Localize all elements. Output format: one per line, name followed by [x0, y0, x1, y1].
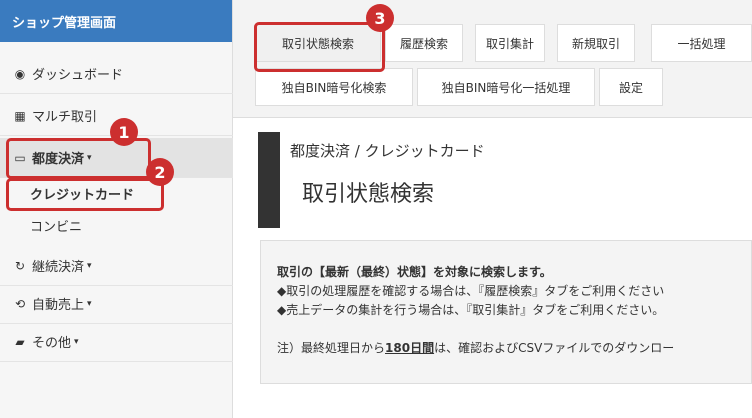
folder-icon: ▰: [15, 334, 25, 349]
breadcrumb: 都度決済 / クレジットカード: [290, 142, 485, 160]
tab-new-transaction[interactable]: 新規取引: [557, 24, 635, 62]
grid-icon: ▦: [14, 108, 26, 123]
sidebar-item-label: 自動売上: [32, 298, 85, 313]
sidebar-item-auto-sales[interactable]: ⟲ 自動売上 ▾: [0, 284, 233, 324]
tab-bin-bulk[interactable]: 独自BIN暗号化一括処理: [417, 68, 595, 106]
tab-bulk[interactable]: 一括処理: [651, 24, 752, 62]
note-prefix: 注）最終処理日から: [277, 341, 386, 355]
chevron-down-icon: ▾: [87, 260, 92, 271]
highlight-box-2: [6, 178, 164, 211]
cycle-icon: ⟲: [14, 296, 26, 311]
sidebar-item-label: ダッシュボード: [32, 68, 124, 83]
chevron-down-icon: ▾: [74, 336, 79, 347]
tab-settings[interactable]: 設定: [599, 68, 663, 106]
info-panel: 取引の【最新（最終）状態】を対象に検索します。 ◆取引の処理履歴を確認する場合は…: [260, 240, 752, 384]
info-line: ◆売上データの集計を行う場合は、『取引集計』タブをご利用ください。: [277, 303, 665, 317]
note-suffix: は、確認およびCSVファイルでのダウンロー: [434, 341, 675, 355]
sidebar-header: ショップ管理画面: [0, 0, 232, 42]
sidebar-item-label: マルチ取引: [32, 110, 98, 125]
highlight-box-3: [254, 22, 385, 72]
refresh-icon: ↻: [14, 258, 26, 273]
chevron-down-icon: ▾: [87, 298, 92, 309]
page-header: 都度決済 / クレジットカード 取引状態検索: [258, 132, 752, 228]
sidebar-item-dashboard[interactable]: ◉ ダッシュボード: [0, 54, 233, 94]
annotation-badge-2: 2: [146, 158, 174, 186]
tab-summary[interactable]: 取引集計: [475, 24, 545, 62]
annotation-badge-1: 1: [110, 118, 138, 146]
info-line: ◆取引の処理履歴を確認する場合は、『履歴検索』タブをご利用ください: [277, 284, 665, 298]
note-emphasis: 180日間: [385, 341, 435, 355]
sidebar-subitem-convenience[interactable]: コンビニ: [30, 216, 82, 235]
tab-bin-search[interactable]: 独自BIN暗号化検索: [255, 68, 413, 106]
annotation-badge-3: 3: [366, 4, 394, 32]
info-line: 取引の【最新（最終）状態】を対象に検索します。: [277, 265, 552, 279]
page-title: 取引状態検索: [302, 182, 435, 207]
dashboard-icon: ◉: [14, 66, 26, 81]
tab-history-search[interactable]: 履歴検索: [385, 24, 463, 62]
sidebar-item-other[interactable]: ▰ その他 ▾: [0, 322, 233, 362]
sidebar-item-subscription[interactable]: ↻ 継続決済 ▾: [0, 246, 233, 286]
info-note: 注）最終処理日から180日間は、確認およびCSVファイルでのダウンロー: [277, 339, 735, 358]
sidebar-item-label: 継続決済: [32, 260, 85, 275]
sidebar-item-label: その他: [32, 336, 72, 351]
